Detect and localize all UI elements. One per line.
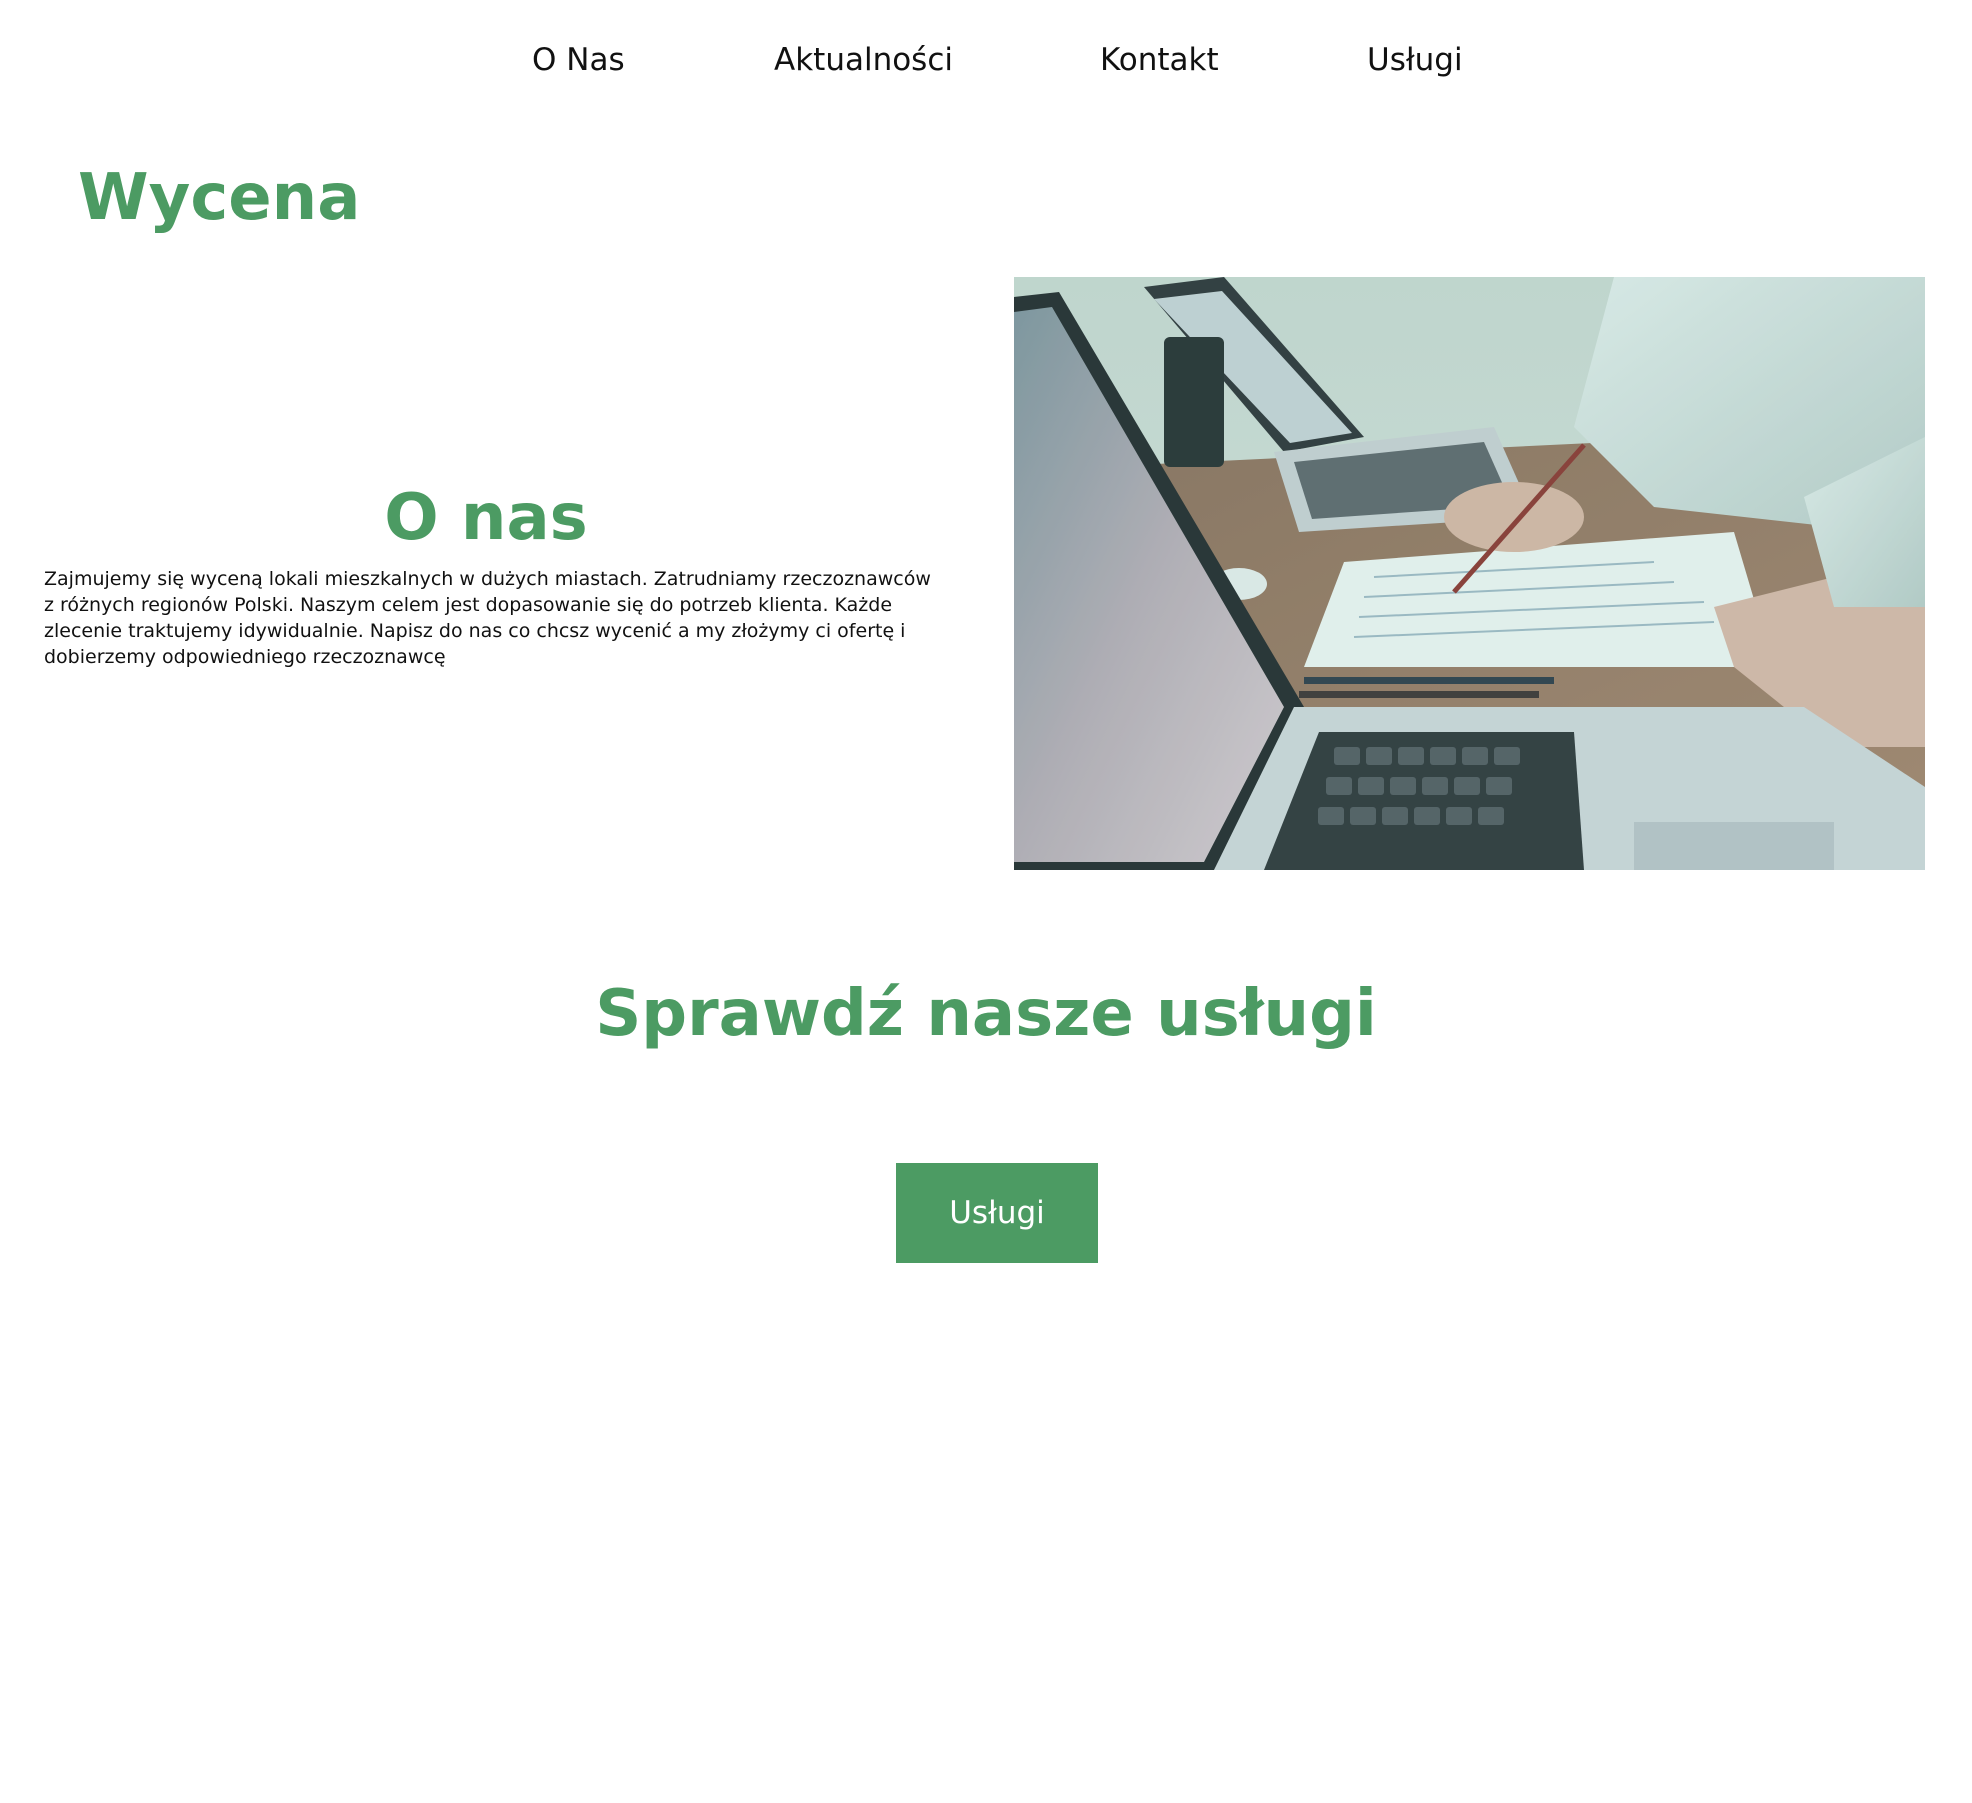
brand-title: Wycena (78, 161, 361, 235)
top-nav: O Nas Aktualności Kontakt Usługi (0, 38, 1972, 82)
services-button[interactable]: Usługi (896, 1163, 1098, 1263)
services-title: Sprawdź nasze usługi (595, 977, 1377, 1051)
about-text: Zajmujemy się wyceną lokali mieszkalnych… (44, 568, 931, 668)
nav-link-aktualnosci[interactable]: Aktualności (774, 38, 953, 82)
nav-link-kontakt[interactable]: Kontakt (1100, 38, 1219, 82)
office-photo (1014, 277, 1925, 870)
nav-link-uslugi[interactable]: Usługi (1367, 38, 1463, 82)
laptops-desk-illustration (1014, 277, 1925, 870)
nav-link-o-nas[interactable]: O Nas (532, 38, 625, 82)
page: O Nas Aktualności Kontakt Usługi Wycena … (0, 0, 1972, 1803)
about-title: O nas (384, 481, 588, 555)
